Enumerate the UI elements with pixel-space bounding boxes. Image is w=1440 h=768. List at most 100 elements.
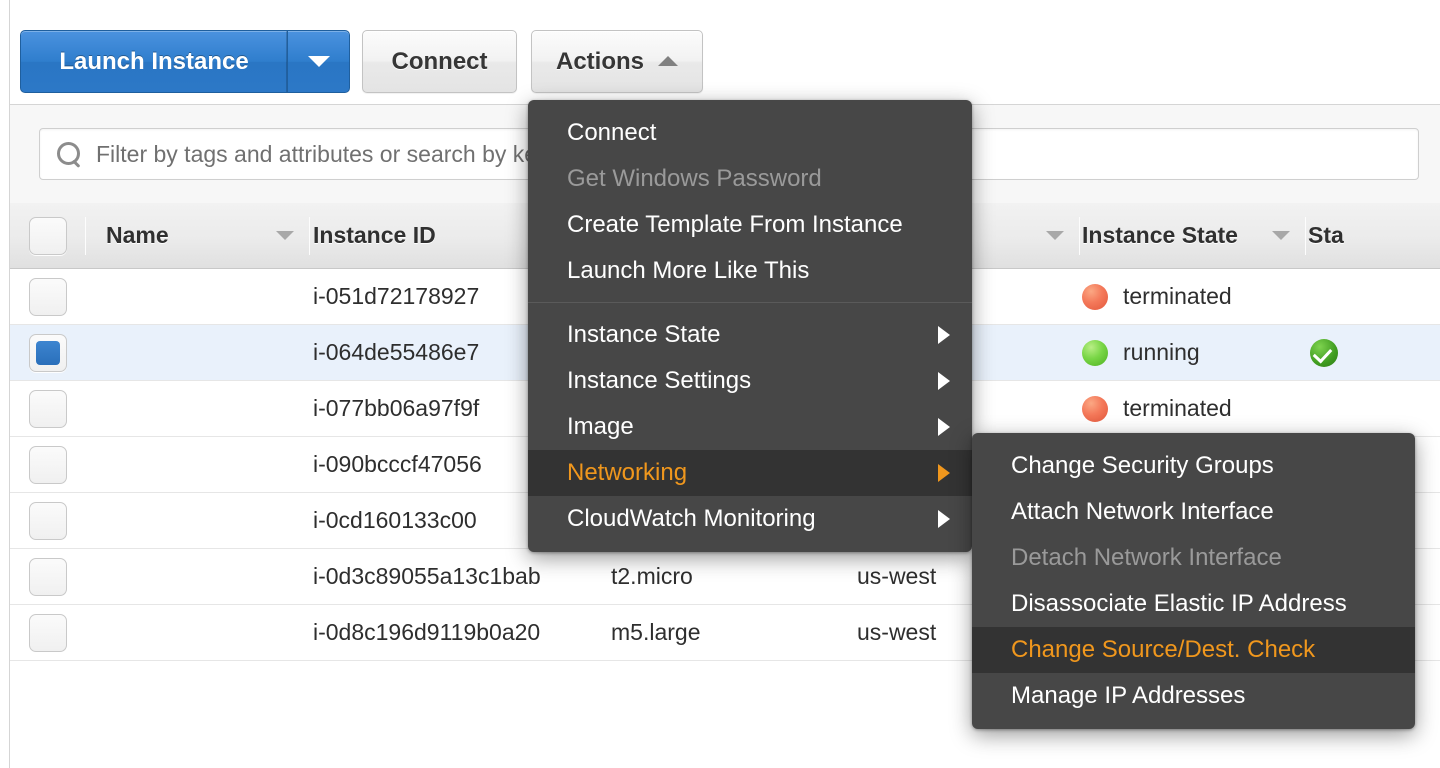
instance-state-dot-icon — [1082, 284, 1108, 310]
connect-label: Connect — [392, 48, 488, 76]
row-select-cell[interactable] — [10, 269, 86, 325]
chevron-right-icon — [938, 510, 950, 528]
menu-item-label: Attach Network Interface — [1011, 498, 1274, 526]
cell-name — [86, 437, 310, 493]
cell-name — [86, 493, 310, 549]
menu-item-label: Launch More Like This — [567, 257, 809, 285]
row-checkbox[interactable] — [29, 502, 67, 540]
launch-button-divider — [286, 31, 287, 92]
menu-separator — [528, 302, 972, 303]
row-checkbox[interactable] — [29, 390, 67, 428]
menu-item-label: Change Security Groups — [1011, 452, 1274, 480]
chevron-right-icon — [938, 464, 950, 482]
cell-name — [86, 381, 310, 437]
actions-label: Actions — [556, 48, 644, 76]
menu-item[interactable]: Change Security Groups — [972, 443, 1415, 489]
chevron-down-icon[interactable] — [1272, 231, 1290, 240]
row-select-cell[interactable] — [10, 325, 86, 381]
menu-item[interactable]: Launch More Like This — [528, 248, 972, 294]
cell-instance-state: terminated — [1080, 381, 1306, 437]
menu-item-label: Networking — [567, 459, 687, 487]
chevron-down-icon[interactable] — [1046, 231, 1064, 240]
menu-item-label: Disassociate Elastic IP Address — [1011, 590, 1347, 618]
row-select-cell[interactable] — [10, 381, 86, 437]
menu-item[interactable]: Create Template From Instance — [528, 202, 972, 248]
menu-item-label: Change Source/Dest. Check — [1011, 636, 1315, 664]
row-select-cell[interactable] — [10, 549, 86, 605]
row-checkbox[interactable] — [29, 446, 67, 484]
row-select-cell[interactable] — [10, 605, 86, 661]
cell-status-checks — [1306, 381, 1440, 437]
select-all-header-cell[interactable] — [10, 203, 86, 269]
menu-item[interactable]: Networking — [528, 450, 972, 496]
row-checkbox[interactable] — [29, 614, 67, 652]
menu-item-label: Instance Settings — [567, 367, 751, 395]
column-header-name[interactable]: Name — [86, 203, 310, 269]
menu-item-label: Get Windows Password — [567, 165, 822, 193]
column-header-status-checks[interactable]: Sta — [1306, 203, 1440, 269]
actions-button[interactable]: Actions — [531, 30, 703, 93]
menu-item-label: Instance State — [567, 321, 720, 349]
menu-item[interactable]: Image — [528, 404, 972, 450]
chevron-right-icon — [938, 326, 950, 344]
menu-item-label: Image — [567, 413, 634, 441]
cell-status-checks — [1306, 325, 1440, 381]
instance-state-label: terminated — [1123, 395, 1232, 422]
row-select-cell[interactable] — [10, 493, 86, 549]
launch-instance-label: Launch Instance — [59, 48, 248, 76]
instance-state-label: terminated — [1123, 283, 1232, 310]
select-all-checkbox[interactable] — [29, 217, 67, 255]
menu-item-label: Create Template From Instance — [567, 211, 903, 239]
cell-instance-type: m5.large — [609, 605, 855, 661]
menu-item-label: Detach Network Interface — [1011, 544, 1282, 572]
menu-item-label: CloudWatch Monitoring — [567, 505, 816, 533]
action-toolbar: Launch Instance Connect Actions — [0, 0, 1440, 104]
chevron-down-icon[interactable] — [276, 231, 294, 240]
cell-name — [86, 549, 310, 605]
instance-state-label: running — [1123, 339, 1200, 366]
connect-button[interactable]: Connect — [362, 30, 517, 93]
menu-item: Detach Network Interface — [972, 535, 1415, 581]
chevron-right-icon — [938, 418, 950, 436]
menu-item-label: Connect — [567, 119, 656, 147]
chevron-up-icon — [658, 56, 678, 66]
row-checkbox[interactable] — [29, 334, 67, 372]
menu-item: Get Windows Password — [528, 156, 972, 202]
cell-instance-type: t2.micro — [609, 549, 855, 605]
column-header-instance-state-label: Instance State — [1082, 222, 1238, 249]
cell-instance-id: i-0d8c196d9119b0a20 — [310, 605, 609, 661]
menu-item[interactable]: CloudWatch Monitoring — [528, 496, 972, 542]
row-checkbox[interactable] — [29, 278, 67, 316]
actions-dropdown-menu[interactable]: Connect Get Windows Password Create Templa… — [528, 100, 972, 552]
menu-item[interactable]: Instance Settings — [528, 358, 972, 404]
cell-instance-state: terminated — [1080, 269, 1306, 325]
cell-name — [86, 605, 310, 661]
menu-item[interactable]: Manage IP Addresses — [972, 673, 1415, 719]
cell-name — [86, 269, 310, 325]
launch-instance-button[interactable]: Launch Instance — [20, 30, 287, 93]
column-header-instance-id-label: Instance ID — [313, 222, 436, 249]
instance-state-dot-icon — [1082, 396, 1108, 422]
column-header-instance-state[interactable]: Instance State — [1080, 203, 1306, 269]
menu-item[interactable]: Disassociate Elastic IP Address — [972, 581, 1415, 627]
search-placeholder-text: Filter by tags and attributes or search … — [96, 141, 598, 168]
menu-item[interactable]: Instance State — [528, 312, 972, 358]
cell-instance-id: i-0d3c89055a13c1bab — [310, 549, 609, 605]
cell-instance-state: running — [1080, 325, 1306, 381]
cell-status-checks — [1306, 269, 1440, 325]
status-check-ok-icon — [1310, 339, 1338, 367]
chevron-right-icon — [938, 372, 950, 390]
menu-item-label: Manage IP Addresses — [1011, 682, 1245, 710]
launch-instance-dropdown-button[interactable] — [287, 30, 350, 93]
column-header-name-label: Name — [106, 222, 169, 249]
networking-submenu[interactable]: Change Security Groups Attach Network Int… — [972, 433, 1415, 729]
menu-item[interactable]: Attach Network Interface — [972, 489, 1415, 535]
search-icon — [56, 141, 82, 167]
instance-state-dot-icon — [1082, 340, 1108, 366]
row-checkbox[interactable] — [29, 558, 67, 596]
cell-name — [86, 325, 310, 381]
column-header-status-checks-label: Sta — [1308, 222, 1344, 249]
row-select-cell[interactable] — [10, 437, 86, 493]
menu-item[interactable]: Change Source/Dest. Check — [972, 627, 1415, 673]
menu-item[interactable]: Connect — [528, 110, 972, 156]
